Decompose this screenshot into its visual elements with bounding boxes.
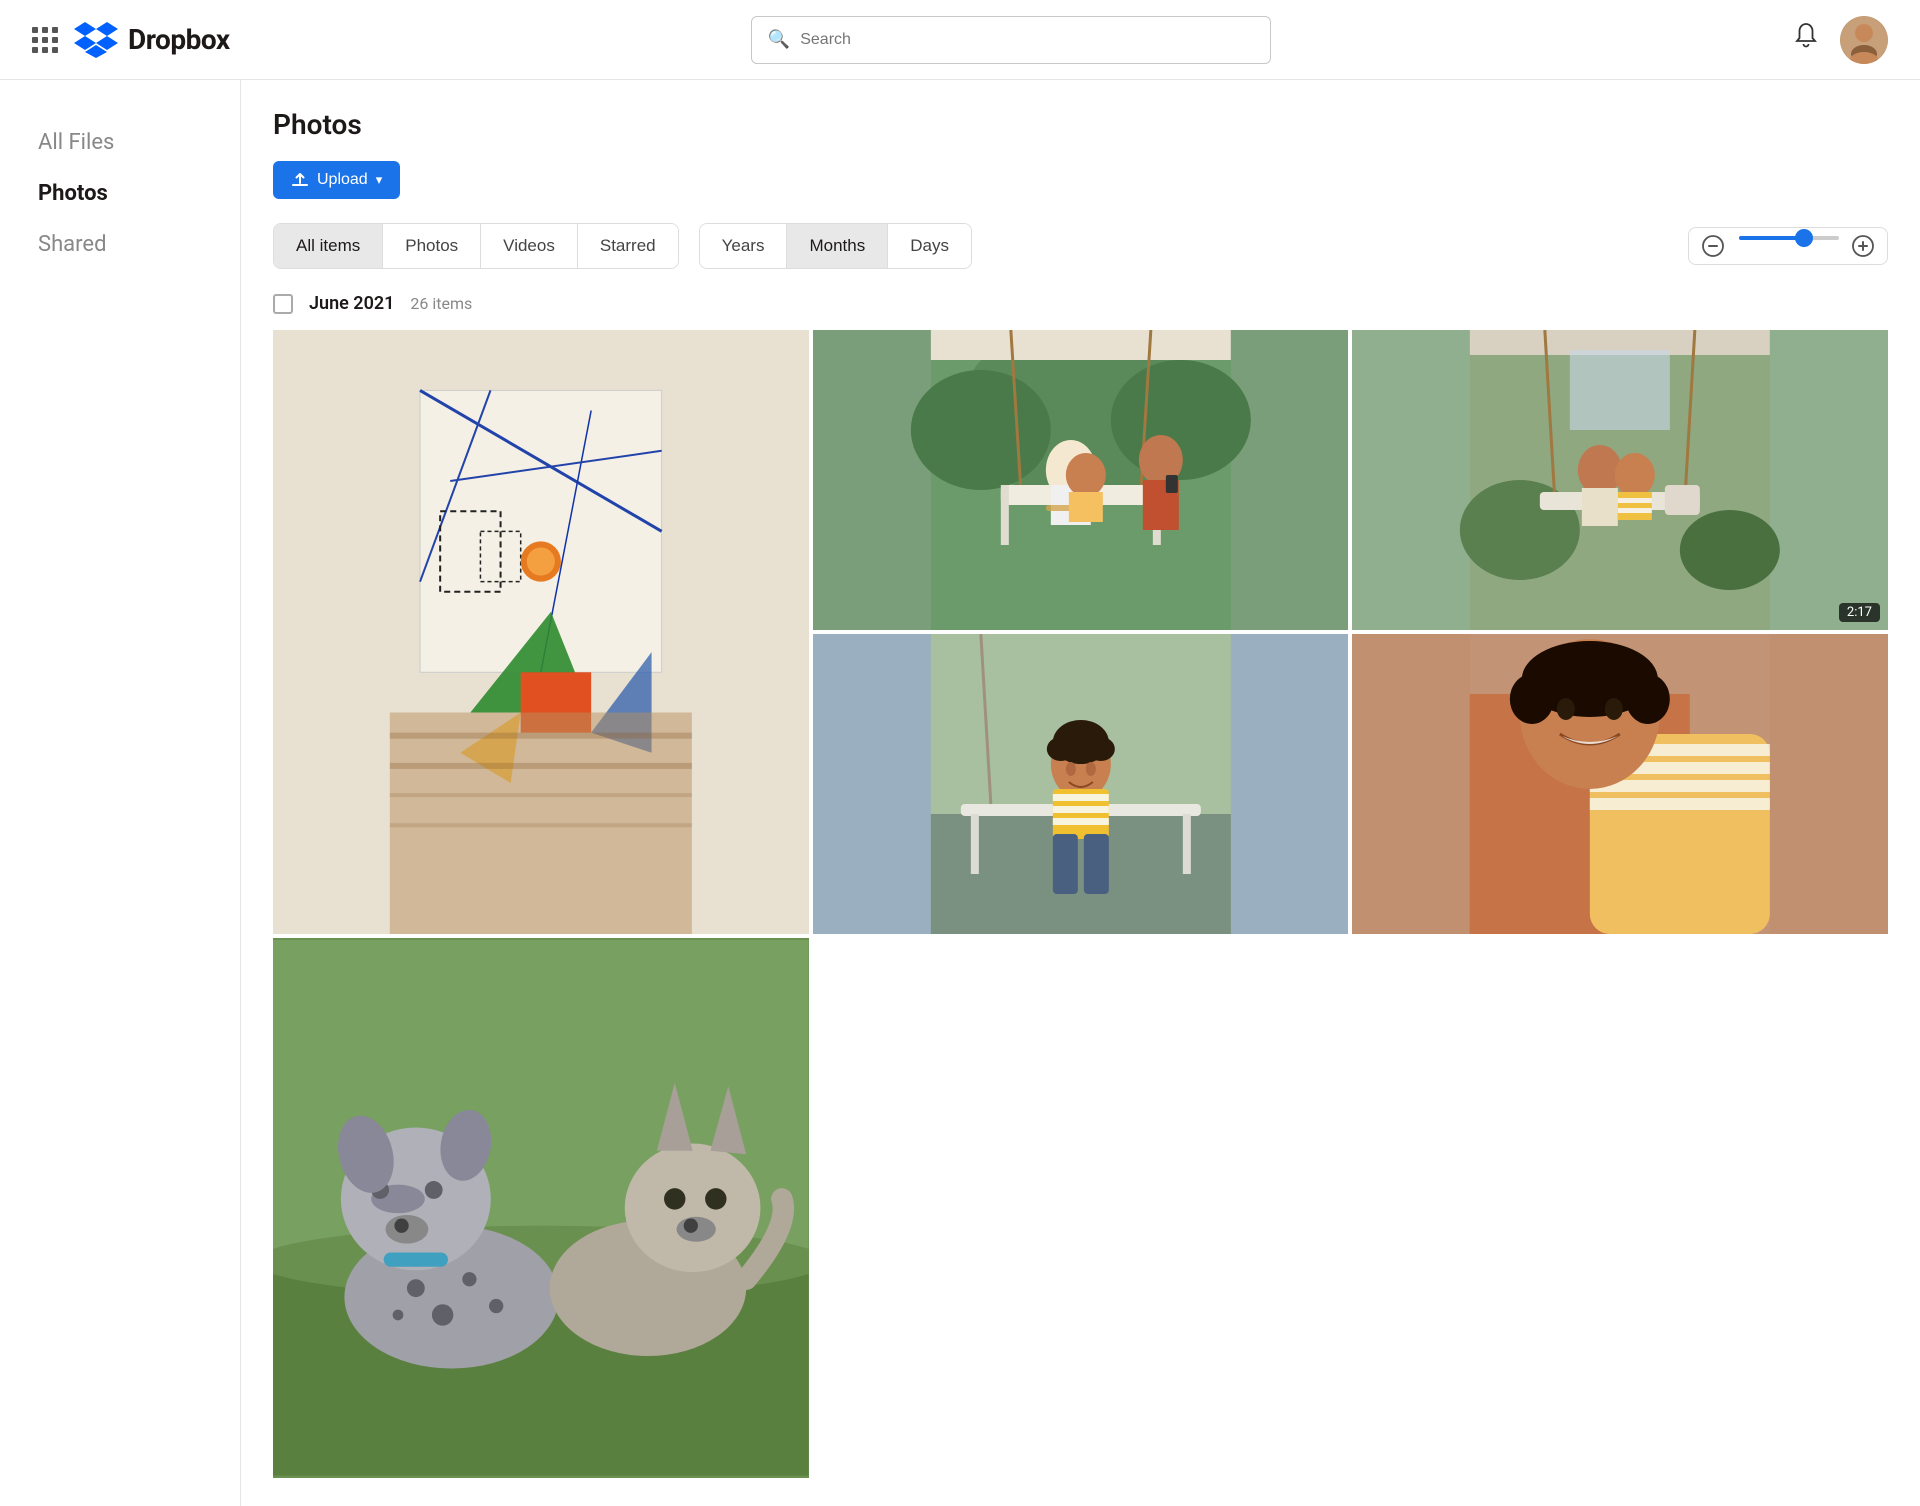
search-icon: 🔍 xyxy=(768,29,790,50)
main-layout: All Files Photos Shared Photos Upload ▾ xyxy=(0,80,1920,1506)
upload-button[interactable]: Upload ▾ xyxy=(273,161,400,199)
dropbox-logo-icon xyxy=(74,22,118,58)
tab-photos[interactable]: Photos xyxy=(383,224,481,268)
tab-videos[interactable]: Videos xyxy=(481,224,578,268)
tab-months[interactable]: Months xyxy=(787,224,888,268)
zoom-out-button[interactable] xyxy=(1701,234,1725,258)
tab-days[interactable]: Days xyxy=(888,224,971,268)
main-content: Photos Upload ▾ All items Photos xyxy=(240,80,1920,1506)
section-count: 26 items xyxy=(410,294,472,313)
page-title: Photos xyxy=(273,108,1888,141)
zoom-in-icon xyxy=(1851,234,1875,258)
boy-bench-image xyxy=(813,634,1349,934)
header: Dropbox 🔍 xyxy=(0,0,1920,80)
photo-boy-bench[interactable] xyxy=(813,634,1349,934)
dogs-image xyxy=(273,938,809,1478)
search-input[interactable] xyxy=(800,31,1254,49)
photo-grid: 2:17 xyxy=(273,330,1888,1478)
time-filter-group: Years Months Days xyxy=(699,223,972,269)
logo[interactable]: Dropbox xyxy=(74,22,230,58)
photo-porch-swing-1[interactable] xyxy=(813,330,1349,630)
search-box: 🔍 xyxy=(751,16,1271,64)
notifications-button[interactable] xyxy=(1792,22,1820,57)
app-grid-icon[interactable] xyxy=(32,27,58,53)
tab-starred[interactable]: Starred xyxy=(578,224,678,268)
porch-swing-1-image xyxy=(813,330,1349,630)
tab-all-items[interactable]: All items xyxy=(274,224,383,268)
upload-dropdown-arrow: ▾ xyxy=(376,172,383,188)
type-filter-group: All items Photos Videos Starred xyxy=(273,223,679,269)
section-title: June 2021 xyxy=(309,293,394,314)
sidebar-item-all-files[interactable]: All Files xyxy=(24,120,216,165)
logo-text: Dropbox xyxy=(128,23,230,56)
porch-swing-2-image xyxy=(1352,330,1888,630)
upload-icon xyxy=(291,171,309,189)
slider-track xyxy=(1739,236,1839,240)
slider-thumb[interactable] xyxy=(1795,229,1813,247)
sidebar-item-shared[interactable]: Shared xyxy=(24,222,216,267)
zoom-slider[interactable] xyxy=(1733,236,1843,256)
video-duration-badge: 2:17 xyxy=(1839,603,1880,622)
upload-label: Upload xyxy=(317,171,368,189)
photo-boy-selfie[interactable] xyxy=(1352,634,1888,934)
zoom-in-button[interactable] xyxy=(1851,234,1875,258)
filter-section: All items Photos Videos Starred Years xyxy=(273,223,1888,269)
toolbar: Upload ▾ xyxy=(273,161,1888,199)
header-left: Dropbox xyxy=(32,22,230,58)
photo-dogs[interactable] xyxy=(273,938,809,1478)
sidebar-item-photos[interactable]: Photos xyxy=(24,171,216,216)
section-checkbox[interactable] xyxy=(273,294,293,314)
art-image xyxy=(273,330,809,934)
photo-porch-swing-2[interactable]: 2:17 xyxy=(1352,330,1888,630)
zoom-out-icon xyxy=(1701,234,1725,258)
header-right xyxy=(1792,16,1888,64)
tab-years[interactable]: Years xyxy=(700,224,788,268)
view-controls xyxy=(1688,227,1888,265)
user-avatar[interactable] xyxy=(1840,16,1888,64)
sidebar: All Files Photos Shared xyxy=(0,80,240,1506)
avatar-image xyxy=(1840,16,1888,64)
section-header: June 2021 26 items xyxy=(273,293,1888,314)
boy-selfie-image xyxy=(1352,634,1888,934)
search-area: 🔍 xyxy=(230,16,1792,64)
bell-icon xyxy=(1792,22,1820,50)
photo-art[interactable] xyxy=(273,330,809,934)
